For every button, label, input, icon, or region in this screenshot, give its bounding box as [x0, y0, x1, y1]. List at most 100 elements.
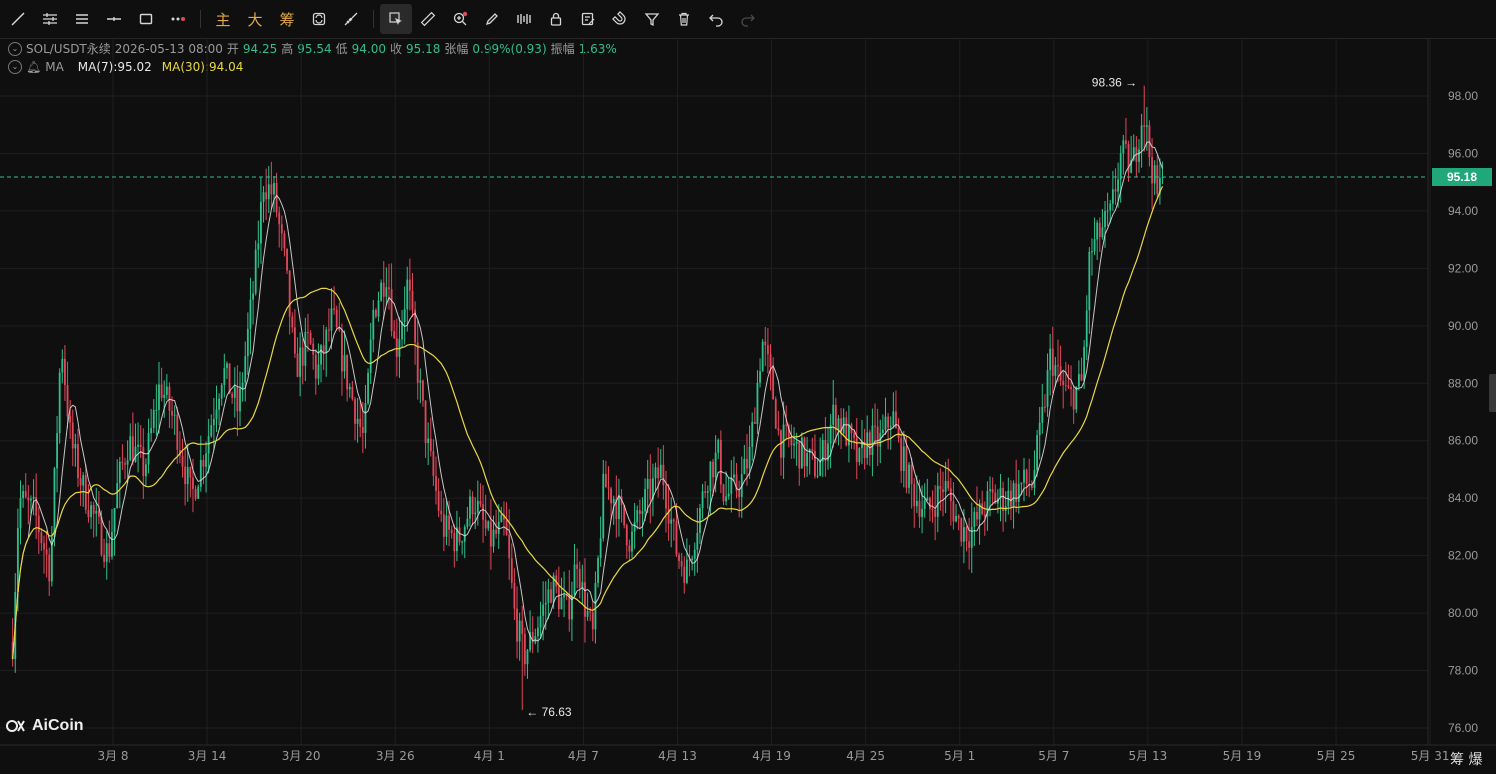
- candle-body: [1143, 125, 1146, 127]
- candle-body: [955, 515, 957, 522]
- candle-body: [197, 486, 200, 499]
- candle-body: [492, 529, 495, 547]
- candle-body: [223, 368, 226, 386]
- candle-body: [965, 527, 968, 542]
- candle-body: [542, 604, 545, 616]
- brush-icon[interactable]: [476, 4, 508, 34]
- candle-body: [325, 329, 328, 353]
- candle-body: [30, 498, 32, 501]
- aicoin-logo: AiCoin: [6, 717, 84, 735]
- candle-body: [142, 447, 145, 477]
- candle-body: [714, 452, 717, 478]
- filter-icon[interactable]: [636, 4, 668, 34]
- candle-body: [450, 529, 453, 534]
- candle-body: [1025, 469, 1028, 484]
- candle-body: [604, 473, 607, 488]
- candle-body: [837, 418, 840, 431]
- candle-body: [730, 477, 733, 494]
- candle-body: [113, 508, 116, 533]
- candle-body: [257, 243, 260, 250]
- delete-icon[interactable]: [668, 4, 700, 34]
- candle-body: [516, 608, 518, 642]
- candle-body: [189, 467, 192, 478]
- sync-icon[interactable]: [303, 4, 335, 34]
- chips-tool[interactable]: 筹: [271, 9, 303, 30]
- candle-body: [973, 511, 976, 527]
- candle-body: [482, 504, 484, 520]
- candle-body: [834, 404, 837, 431]
- side-panel-handle[interactable]: [1489, 374, 1496, 412]
- price-tick-label: 82.00: [1448, 549, 1478, 563]
- candle-body: [981, 503, 984, 515]
- multi-line-icon[interactable]: [34, 4, 66, 34]
- candle-body: [1041, 406, 1044, 423]
- candle-body: [814, 450, 816, 477]
- redo-icon[interactable]: [732, 4, 764, 34]
- candle-body: [32, 497, 35, 499]
- big-order-tool[interactable]: 大: [239, 9, 271, 30]
- candle-body: [1057, 365, 1059, 367]
- candle-body: [576, 564, 579, 569]
- measure-icon[interactable]: [335, 4, 367, 34]
- rectangle-icon[interactable]: [130, 4, 162, 34]
- candle-body: [380, 282, 383, 301]
- candle-body: [265, 192, 268, 200]
- candlestick-chart[interactable]: 98.00 96.00 94.00 92.00 90.00 88.00 86.00 84.00…: [0, 38, 1496, 774]
- candle-body: [361, 426, 364, 433]
- candle-body: [1049, 348, 1052, 371]
- candle-body: [957, 515, 960, 519]
- candle-body: [970, 526, 973, 548]
- candle-body: [738, 491, 741, 497]
- candle-body: [1067, 385, 1070, 388]
- magnet-icon[interactable]: [604, 4, 636, 34]
- edit-note-icon[interactable]: [572, 4, 604, 34]
- candle-body: [1138, 149, 1140, 162]
- candle-body: [929, 497, 931, 509]
- candle-body: [659, 464, 662, 479]
- candle-body: [989, 489, 991, 491]
- candle-body: [296, 353, 299, 377]
- candle-body: [936, 485, 939, 517]
- undo-icon[interactable]: [700, 4, 732, 34]
- candle-body: [262, 192, 265, 202]
- corner-chips-toggle[interactable]: 筹 爆: [1450, 749, 1482, 769]
- ruler-icon[interactable]: [412, 4, 444, 34]
- candle-body: [1020, 482, 1023, 484]
- lock-icon[interactable]: [540, 4, 572, 34]
- candle-body: [685, 559, 688, 583]
- candle-body: [923, 500, 926, 509]
- price-tick-label: 76.00: [1448, 721, 1478, 735]
- candle-body: [1002, 487, 1005, 512]
- candle-body: [71, 422, 74, 449]
- candle-body: [557, 586, 560, 610]
- main-force-tool[interactable]: 主: [207, 9, 239, 30]
- candle-body: [563, 595, 565, 598]
- candle-body: [646, 478, 649, 489]
- candle-body: [278, 212, 281, 225]
- candle-body: [192, 477, 194, 489]
- select-mode-icon[interactable]: [380, 4, 412, 34]
- candle-body: [267, 184, 270, 200]
- horizontal-line-icon[interactable]: [98, 4, 130, 34]
- candle-body: [1114, 189, 1117, 192]
- candle-body: [333, 308, 336, 310]
- candle-body: [466, 518, 469, 527]
- candle-body: [207, 436, 210, 454]
- candle-body: [795, 441, 798, 444]
- candle-body: [202, 460, 205, 467]
- candle-body: [199, 460, 202, 487]
- candle-body: [427, 438, 430, 444]
- candle-body: [359, 418, 362, 427]
- candle-body: [1096, 222, 1099, 240]
- candle-body: [66, 385, 69, 417]
- more-tools-icon[interactable]: [162, 4, 194, 34]
- logo-text: AiCoin: [32, 717, 84, 734]
- candle-body: [578, 568, 581, 588]
- zoom-add-icon[interactable]: [444, 4, 476, 34]
- parallel-lines-icon[interactable]: [66, 4, 98, 34]
- candle-body: [584, 582, 586, 617]
- candle-body: [150, 427, 153, 434]
- price-tick-label: 96.00: [1448, 146, 1478, 160]
- indicator-icon[interactable]: [508, 4, 540, 34]
- line-tool-icon[interactable]: [2, 4, 34, 34]
